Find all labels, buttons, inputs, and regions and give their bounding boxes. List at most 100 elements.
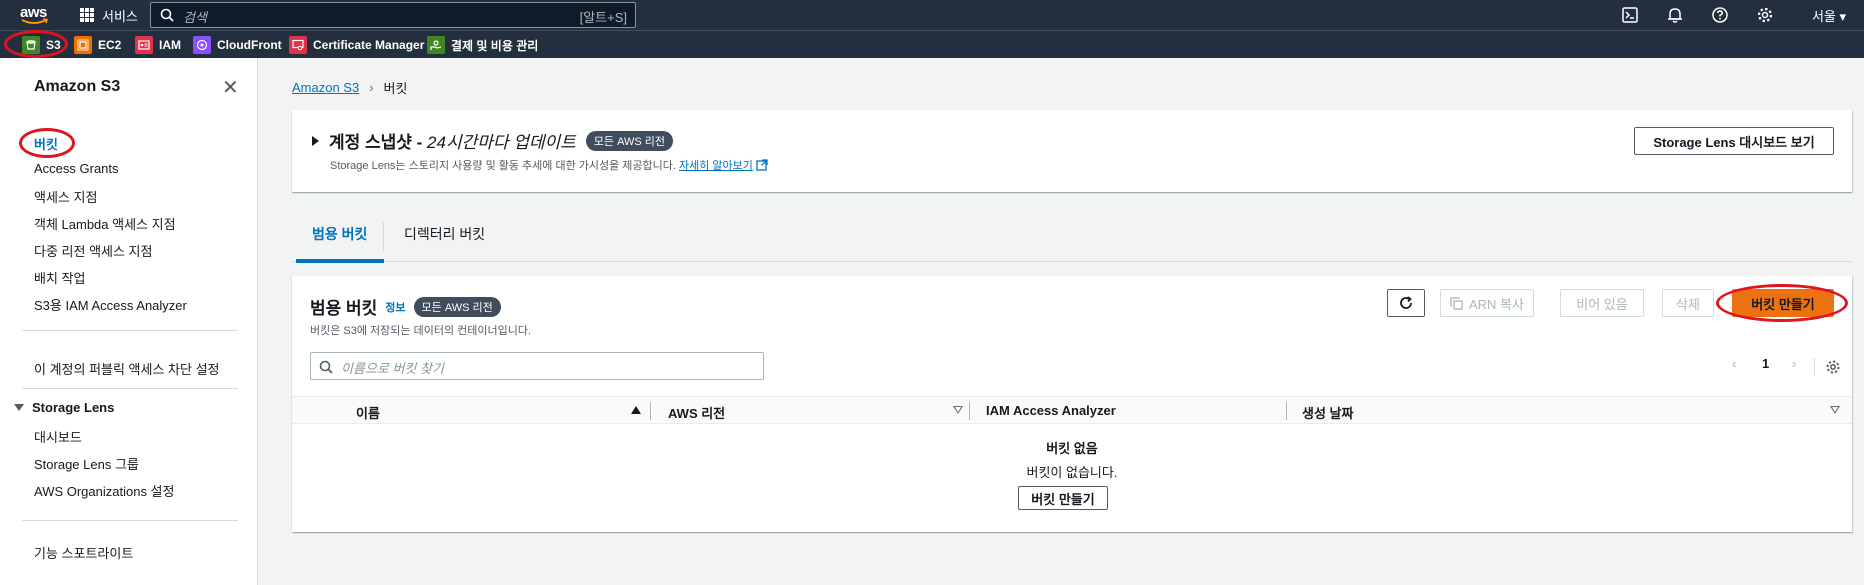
nav-item-feature-spotlight[interactable]: 기능 스포트라이트 bbox=[34, 543, 133, 562]
delete-button[interactable]: 삭제 bbox=[1662, 289, 1714, 317]
favorite-label: S3 bbox=[46, 38, 61, 52]
column-divider[interactable] bbox=[1286, 402, 1287, 420]
cloudfront-icon bbox=[193, 36, 211, 54]
previous-page-button[interactable]: ‹ bbox=[1732, 356, 1736, 371]
copy-arn-label: ARN 복사 bbox=[1469, 296, 1524, 312]
snapshot-description: Storage Lens는 스토리지 사용량 및 활동 추세에 대한 가시성을 … bbox=[330, 157, 768, 173]
search-icon bbox=[160, 8, 174, 22]
tab-separator bbox=[383, 222, 384, 252]
search-shortcut: [알트+S] bbox=[579, 10, 627, 25]
sort-ascending-icon[interactable] bbox=[631, 406, 641, 414]
copy-arn-button[interactable]: ARN 복사 bbox=[1440, 289, 1534, 317]
nav-item-iam-access-analyzer[interactable]: S3용 IAM Access Analyzer bbox=[34, 295, 187, 314]
services-menu[interactable]: 서비스 bbox=[80, 5, 138, 25]
pager-divider bbox=[1814, 358, 1815, 376]
page-number[interactable]: 1 bbox=[1762, 356, 1769, 371]
buckets-title: 범용 버킷 bbox=[310, 299, 378, 318]
snapshot-title-italic: 24시간마다 업데이트 bbox=[427, 133, 576, 152]
tab-general-purpose[interactable]: 범용 버킷 bbox=[312, 224, 367, 244]
search-icon bbox=[319, 360, 333, 374]
next-page-button[interactable]: › bbox=[1792, 356, 1796, 371]
s3-icon bbox=[22, 36, 40, 54]
region-badge: 모든 AWS 리전 bbox=[413, 296, 501, 317]
column-name[interactable]: 이름 bbox=[356, 403, 380, 422]
favorites-bar: S3 EC2 IAM CloudFront Certificate Manage… bbox=[0, 30, 1864, 58]
active-tab-indicator bbox=[296, 259, 384, 263]
storage-lens-dashboard-button[interactable]: Storage Lens 대시보드 보기 bbox=[1634, 127, 1834, 155]
favorite-certificate-manager[interactable]: Certificate Manager bbox=[289, 36, 424, 54]
account-snapshot-panel: 계정 스냅샷 - 24시간마다 업데이트 모든 AWS 리전 Storage L… bbox=[292, 110, 1852, 192]
nav-item-block-public-access[interactable]: 이 계정의 퍼블릭 액세스 차단 설정 bbox=[34, 359, 220, 378]
help-icon[interactable] bbox=[1711, 6, 1729, 24]
favorite-label: IAM bbox=[159, 38, 181, 52]
column-iam-access-analyzer[interactable]: IAM Access Analyzer bbox=[986, 403, 1116, 418]
caret-right-icon bbox=[312, 135, 319, 146]
favorite-s3[interactable]: S3 bbox=[22, 36, 61, 54]
billing-icon bbox=[427, 36, 445, 54]
snapshot-title: 계정 스냅샷 - bbox=[329, 133, 428, 152]
nav-item-batch-operations[interactable]: 배치 작업 bbox=[34, 268, 85, 287]
column-divider[interactable] bbox=[650, 402, 651, 420]
sort-icon[interactable] bbox=[1830, 406, 1840, 414]
services-label: 서비스 bbox=[102, 8, 138, 24]
nav-divider bbox=[22, 388, 238, 389]
nav-item-buckets[interactable]: 버킷 bbox=[34, 134, 58, 153]
info-link[interactable]: 정보 bbox=[385, 299, 405, 315]
certificate-icon bbox=[289, 36, 307, 54]
region-selector[interactable]: 서울 ▾ bbox=[1812, 6, 1846, 25]
sort-icon[interactable] bbox=[953, 406, 963, 414]
favorite-ec2[interactable]: EC2 bbox=[74, 36, 121, 54]
favorite-label: CloudFront bbox=[217, 38, 282, 52]
empty-state-title: 버킷 없음 bbox=[1046, 441, 1098, 456]
create-bucket-button[interactable]: 버킷 만들기 bbox=[1732, 289, 1834, 317]
grid-icon bbox=[80, 8, 94, 22]
favorite-billing[interactable]: 결제 및 비용 관리 bbox=[427, 36, 538, 54]
favorite-label: 결제 및 비용 관리 bbox=[451, 38, 539, 53]
favorite-cloudfront[interactable]: CloudFront bbox=[193, 36, 282, 54]
nav-divider bbox=[22, 330, 238, 331]
table-settings-icon[interactable] bbox=[1825, 359, 1841, 375]
global-search-input[interactable]: 검색 [알트+S] bbox=[150, 2, 636, 28]
caret-down-icon bbox=[14, 404, 24, 411]
bucket-search-input[interactable]: 이름으로 버킷 찾기 bbox=[310, 352, 764, 380]
nav-item-dashboards[interactable]: 대시보드 bbox=[34, 427, 82, 446]
learn-more-link[interactable]: 자세히 알아보기 bbox=[679, 160, 753, 172]
external-link-icon bbox=[756, 159, 768, 171]
nav-item-lambda-access-points[interactable]: 객체 Lambda 액세스 지점 bbox=[34, 214, 176, 233]
region-badge: 모든 AWS 리전 bbox=[585, 130, 674, 151]
refresh-icon bbox=[1400, 296, 1412, 309]
favorite-iam[interactable]: IAM bbox=[135, 36, 181, 54]
breadcrumb: Amazon S3 › 버킷 bbox=[292, 78, 407, 97]
bell-icon[interactable] bbox=[1666, 6, 1684, 24]
nav-section-label: Storage Lens bbox=[32, 400, 115, 415]
snapshot-expander[interactable]: 계정 스냅샷 - 24시간마다 업데이트 모든 AWS 리전 bbox=[312, 128, 674, 153]
aws-logo[interactable]: aws bbox=[20, 4, 50, 26]
cloudshell-icon[interactable] bbox=[1621, 6, 1639, 24]
empty-button[interactable]: 비어 있음 bbox=[1560, 289, 1644, 317]
column-creation-date[interactable]: 생성 날짜 bbox=[1302, 403, 1353, 422]
nav-item-storage-lens-groups[interactable]: Storage Lens 그룹 bbox=[34, 454, 139, 473]
ec2-icon bbox=[74, 36, 92, 54]
breadcrumb-amazon-s3[interactable]: Amazon S3 bbox=[292, 80, 359, 95]
bucket-type-tabs: 범용 버킷 디렉터리 버킷 bbox=[292, 214, 1852, 263]
iam-icon bbox=[135, 36, 153, 54]
nav-item-access-points[interactable]: 액세스 지점 bbox=[34, 187, 97, 206]
settings-icon[interactable] bbox=[1756, 6, 1774, 24]
buckets-description: 버킷은 S3에 저장되는 데이터의 컨테이너입니다. bbox=[310, 325, 532, 337]
nav-item-organizations-settings[interactable]: AWS Organizations 설정 bbox=[34, 481, 174, 500]
nav-item-multi-region-access-points[interactable]: 다중 리전 액세스 지점 bbox=[34, 241, 152, 260]
general-purpose-buckets-panel: 범용 버킷 정보 모든 AWS 리전 버킷은 S3에 저장되는 데이터의 컨테이… bbox=[292, 276, 1852, 532]
empty-state-create-bucket-button[interactable]: 버킷 만들기 bbox=[1018, 486, 1108, 510]
empty-state-description: 버킷이 없습니다. bbox=[1026, 465, 1118, 480]
tab-directory[interactable]: 디렉터리 버킷 bbox=[404, 224, 485, 244]
column-aws-region[interactable]: AWS 리전 bbox=[668, 403, 725, 422]
nav-divider bbox=[22, 520, 238, 521]
close-icon[interactable]: ✕ bbox=[222, 78, 239, 98]
nav-section-storage-lens[interactable]: Storage Lens bbox=[14, 400, 114, 415]
refresh-button[interactable] bbox=[1387, 289, 1425, 317]
column-divider[interactable] bbox=[969, 402, 970, 420]
search-placeholder: 검색 bbox=[183, 10, 207, 25]
favorite-label: Certificate Manager bbox=[313, 38, 425, 52]
search-placeholder: 이름으로 버킷 찾기 bbox=[341, 361, 444, 376]
nav-item-access-grants[interactable]: Access Grants bbox=[34, 161, 119, 176]
